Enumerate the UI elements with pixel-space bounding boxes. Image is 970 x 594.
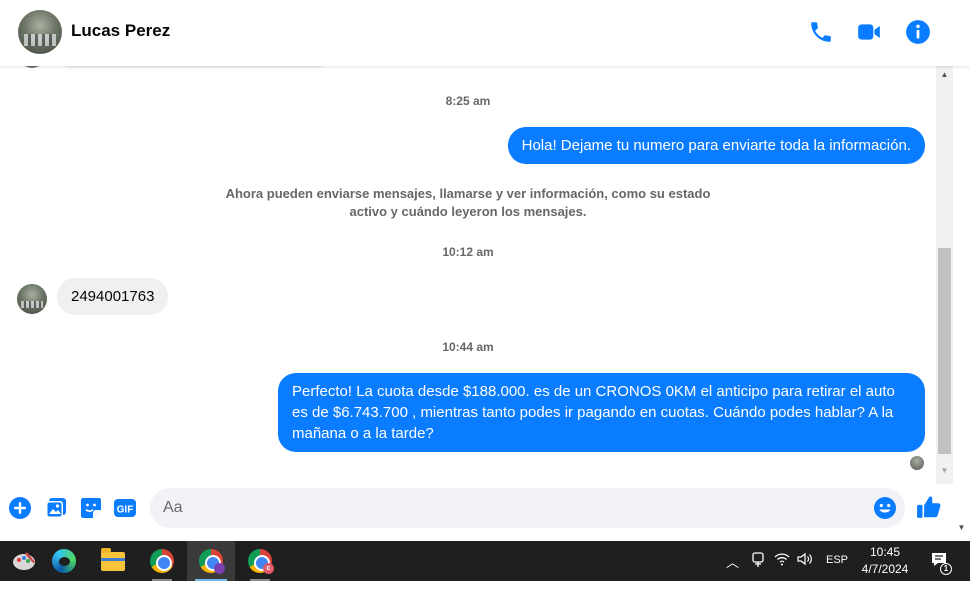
gif-icon[interactable]: GIF — [113, 496, 137, 520]
partial-message-bubble — [60, 66, 328, 68]
photo-icon[interactable] — [44, 496, 68, 520]
chrome-icon[interactable] — [138, 541, 186, 581]
chrome-profile-icon[interactable] — [187, 541, 235, 581]
page-scroll-down-arrow-icon[interactable]: ▼ — [953, 523, 970, 537]
file-explorer-icon[interactable] — [89, 541, 137, 581]
profile-badge-c: c — [263, 563, 274, 574]
outgoing-message[interactable]: Hola! Dejame tu numero para enviarte tod… — [507, 127, 925, 164]
timestamp: 10:12 am — [442, 245, 494, 259]
emoji-icon[interactable] — [873, 496, 897, 520]
message-composer: GIF — [0, 484, 953, 541]
windows-taskbar: c ︿ ESP 10:45 4/7/2024 1 — [0, 541, 970, 581]
wifi-icon[interactable] — [774, 552, 790, 570]
video-call-icon[interactable] — [856, 19, 882, 45]
scroll-thumb[interactable] — [938, 248, 951, 454]
message-input[interactable] — [163, 488, 863, 528]
phone-icon[interactable] — [808, 19, 834, 45]
contact-name[interactable]: Lucas Perez — [71, 21, 170, 41]
like-icon[interactable] — [916, 494, 942, 520]
scroll-down-arrow-icon[interactable]: ▼ — [936, 464, 953, 478]
notification-count-badge: 1 — [940, 563, 952, 575]
clock-time: 10:45 — [869, 545, 901, 559]
sticker-icon[interactable] — [79, 496, 103, 520]
scroll-up-arrow-icon[interactable]: ▲ — [936, 68, 953, 82]
messenger-window: Lucas Perez 8:25 am Hola! Dejame tu nume… — [0, 0, 970, 541]
add-icon[interactable] — [8, 496, 32, 520]
timestamp: 10:44 am — [442, 340, 494, 354]
message-list[interactable]: 8:25 am Hola! Dejame tu numero para envi… — [0, 66, 936, 484]
contact-avatar[interactable] — [18, 10, 62, 54]
messages-scrollbar[interactable]: ▲ ▼ — [936, 66, 953, 484]
incoming-message[interactable]: 2494001763 — [57, 278, 169, 315]
chrome-profile-c-icon[interactable]: c — [236, 541, 284, 581]
timestamp: 8:25 am — [445, 94, 491, 108]
message-input-container — [150, 488, 905, 528]
contact-avatar-small[interactable] — [17, 284, 47, 314]
svg-text:GIF: GIF — [117, 505, 134, 516]
show-hidden-icons-chevron-icon[interactable]: ︿ — [726, 552, 739, 571]
page-edge — [953, 66, 970, 541]
read-receipt-avatar — [910, 456, 924, 470]
edge-icon[interactable] — [40, 541, 88, 581]
clock-date: 4/7/2024 — [861, 562, 909, 576]
info-icon[interactable] — [905, 19, 931, 45]
partial-avatar — [18, 66, 46, 68]
volume-icon[interactable] — [797, 552, 814, 570]
profile-badge — [214, 563, 225, 574]
outgoing-message[interactable]: Perfecto! La cuota desde $188.000. es de… — [278, 373, 925, 452]
chat-header: Lucas Perez — [0, 0, 970, 66]
system-notice: Ahora pueden enviarse mensajes, llamarse… — [225, 186, 711, 219]
taskbar-clock[interactable]: 10:45 4/7/2024 — [840, 544, 930, 578]
meet-now-icon[interactable] — [751, 552, 765, 572]
